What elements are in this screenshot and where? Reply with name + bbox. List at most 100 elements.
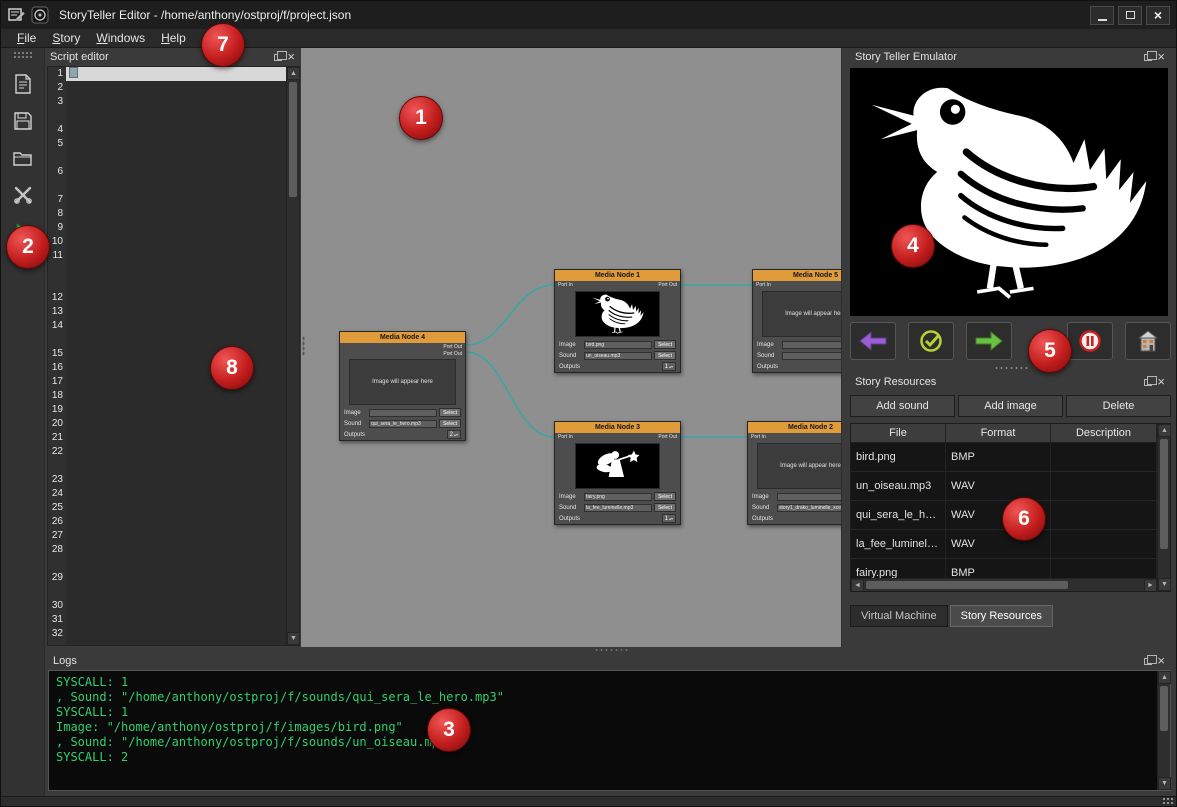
code-line: 29 ; -------------------------- Media no… — [48, 571, 286, 585]
scrollbar-thumb[interactable] — [866, 581, 1068, 589]
select-button[interactable]: Select — [439, 419, 461, 428]
column-header-file[interactable]: File — [851, 424, 946, 442]
scroll-up-icon[interactable]: ▲ — [1158, 671, 1171, 684]
menu-item[interactable]: Windows — [88, 30, 153, 46]
select-button[interactable]: Select — [439, 408, 461, 417]
node-title: Media Node 1 — [555, 270, 680, 281]
delete-button[interactable]: Delete — [1066, 395, 1171, 417]
node-graph-canvas[interactable]: Media Node 4 Port OutPort Out Image will… — [301, 48, 841, 647]
select-button[interactable]: Select — [654, 503, 676, 512]
logs-dock: Logs × SYSCALL: 1, Sound: "/home/anthony… — [45, 652, 1176, 796]
outputs-spinner[interactable]: 1▴▾ — [662, 362, 676, 371]
media-node[interactable]: Media Node 5 Port In Image will appear h… — [752, 269, 841, 373]
close-button[interactable]: × — [1146, 6, 1170, 25]
port-out[interactable]: Port Out — [443, 351, 462, 357]
port-out[interactable]: Port Out — [658, 282, 677, 288]
column-header-format[interactable]: Format — [946, 424, 1051, 442]
node-row: Outputs 2▴▾ — [340, 429, 465, 440]
select-button[interactable]: Select — [654, 351, 676, 360]
node-row: Sound ▴▾ Select — [753, 350, 841, 361]
media-node[interactable]: Media Node 3 Port In Port Out Image — [554, 421, 681, 525]
minimize-button[interactable] — [1090, 6, 1114, 25]
home-button[interactable] — [1125, 322, 1171, 360]
scrollbar-thumb[interactable] — [1160, 686, 1168, 731]
float-dock-icon[interactable] — [1144, 658, 1152, 665]
close-dock-icon[interactable]: × — [1156, 52, 1166, 62]
float-dock-icon[interactable] — [1144, 379, 1152, 386]
line-number — [48, 109, 66, 123]
pause-button[interactable] — [1067, 322, 1113, 360]
scroll-down-icon[interactable]: ▼ — [1158, 777, 1171, 790]
scrollbar-thumb[interactable] — [1160, 439, 1168, 549]
table-row[interactable]: bird.png BMP — [851, 443, 1157, 472]
edit-script-button[interactable] — [10, 71, 36, 97]
fairy-thumbnail-icon — [579, 444, 657, 488]
splitter-grip[interactable] — [302, 336, 305, 356]
close-dock-icon[interactable]: × — [286, 52, 296, 62]
scroll-right-icon[interactable]: ► — [1144, 579, 1157, 591]
log-line: SYSCALL: 1 — [56, 675, 1150, 690]
code-line: 1 jump .mediaEntry0004 — [48, 67, 286, 81]
validate-button[interactable] — [908, 322, 954, 360]
dock-tab[interactable]: Virtual Machine — [850, 605, 948, 627]
next-button[interactable] — [966, 322, 1012, 360]
scroll-down-icon[interactable]: ▼ — [287, 632, 300, 645]
scroll-up-icon[interactable]: ▲ — [1158, 424, 1171, 437]
port-out[interactable]: Port Out — [443, 344, 462, 350]
table-row[interactable]: la_fee_luminelle.mp3 WAV — [851, 530, 1157, 559]
save-icon — [12, 110, 34, 132]
bird-illustration — [859, 73, 1159, 311]
table-row[interactable]: fairy.png BMP — [851, 559, 1157, 578]
minimize-icon — [1098, 19, 1107, 21]
media-node[interactable]: Media Node 1 Port In Port Out Image — [554, 269, 681, 373]
log-output[interactable]: SYSCALL: 1, Sound: "/home/anthony/ostpro… — [49, 671, 1157, 790]
dock-grip[interactable] — [994, 366, 1028, 371]
dock-tab[interactable]: Story Resources — [950, 605, 1053, 627]
port-in[interactable]: Port In — [751, 434, 766, 440]
toolbar-grip[interactable] — [13, 51, 33, 58]
scroll-up-icon[interactable]: ▲ — [287, 67, 300, 80]
close-dock-icon[interactable]: × — [1156, 377, 1166, 387]
scroll-left-icon[interactable]: ◄ — [851, 579, 864, 591]
menu-item[interactable]: Story — [44, 30, 88, 46]
line-number: 4 — [48, 123, 66, 137]
line-number: 15 — [48, 347, 66, 361]
maximize-button[interactable] — [1118, 6, 1142, 25]
outputs-spinner[interactable]: 2▴▾ — [447, 430, 461, 439]
code-line: 13 — [48, 305, 286, 319]
select-button[interactable]: Select — [654, 340, 676, 349]
resize-grip[interactable] — [1162, 797, 1174, 807]
port-out[interactable]: Port Out — [658, 434, 677, 440]
port-in[interactable]: Port In — [558, 434, 573, 440]
script-editor-title: Script editor — [50, 51, 109, 63]
column-header-description[interactable]: Description — [1051, 424, 1157, 442]
media-node[interactable]: Media Node 2 Port In Image will appear h… — [747, 421, 841, 525]
table-vertical-scrollbar[interactable]: ▲ ▼ — [1157, 424, 1170, 591]
editor-vertical-scrollbar[interactable]: ▲ ▼ — [286, 67, 299, 645]
logs-vertical-scrollbar[interactable]: ▲ ▼ — [1157, 671, 1170, 790]
select-button[interactable]: Select — [654, 492, 676, 501]
save-button[interactable] — [10, 108, 36, 134]
scrollbar-thumb[interactable] — [289, 82, 297, 197]
outputs-spinner[interactable]: 1▴▾ — [662, 514, 676, 523]
add-image-button[interactable]: Add image — [958, 395, 1063, 417]
menu-item[interactable]: File — [9, 30, 44, 46]
port-in[interactable]: Port In — [756, 282, 771, 288]
add-sound-button[interactable]: Add sound — [850, 395, 955, 417]
cut-button[interactable] — [10, 182, 36, 208]
status-bar — [1, 796, 1176, 807]
code-line: 12 — [48, 291, 286, 305]
table-horizontal-scrollbar[interactable]: ◄ ► — [851, 578, 1157, 591]
float-dock-icon[interactable] — [1144, 54, 1152, 61]
menu-item[interactable]: Help — [153, 30, 194, 46]
media-node[interactable]: Media Node 4 Port OutPort Out Image will… — [339, 331, 466, 441]
close-dock-icon[interactable]: × — [1156, 656, 1166, 666]
code-line: "la_fee_luminelle.mp3", 8 — [48, 109, 286, 123]
float-dock-icon[interactable] — [274, 54, 282, 61]
scroll-down-icon[interactable]: ▼ — [1158, 578, 1171, 591]
open-button[interactable] — [10, 145, 36, 171]
port-in[interactable]: Port In — [558, 282, 573, 288]
table-row[interactable]: un_oiseau.mp3 WAV — [851, 472, 1157, 501]
line-number — [48, 459, 66, 473]
previous-button[interactable] — [850, 322, 896, 360]
